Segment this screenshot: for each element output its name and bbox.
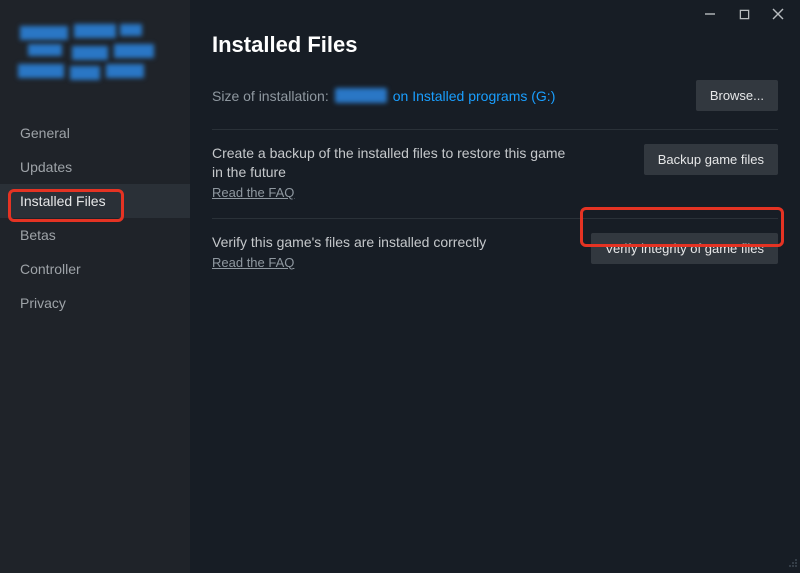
sidebar: General Updates Installed Files Betas Co… xyxy=(0,0,190,573)
backup-game-files-button[interactable]: Backup game files xyxy=(644,144,778,175)
browse-button[interactable]: Browse... xyxy=(696,80,778,111)
backup-section: Create a backup of the installed files t… xyxy=(212,129,778,218)
install-location-link[interactable]: on Installed programs (G:) xyxy=(393,88,556,104)
sidebar-item-privacy[interactable]: Privacy xyxy=(0,286,190,320)
backup-faq-link[interactable]: Read the FAQ xyxy=(212,184,294,202)
install-size-label: Size of installation: xyxy=(212,88,329,104)
verify-section: Verify this game's files are installed c… xyxy=(212,218,778,288)
main-panel: Installed Files Size of installation: on… xyxy=(190,0,800,573)
verify-integrity-button[interactable]: Verify integrity of game files xyxy=(591,233,778,264)
backup-description: Create a backup of the installed files t… xyxy=(212,145,565,180)
sidebar-item-installed-files[interactable]: Installed Files xyxy=(0,184,190,218)
install-size-value-redacted xyxy=(335,88,387,103)
window-controls xyxy=(698,0,800,24)
verify-text: Verify this game's files are installed c… xyxy=(212,233,486,272)
sidebar-item-general[interactable]: General xyxy=(0,116,190,150)
sidebar-item-betas[interactable]: Betas xyxy=(0,218,190,252)
game-header-image xyxy=(18,20,172,98)
verify-description: Verify this game's files are installed c… xyxy=(212,234,486,250)
minimize-button[interactable] xyxy=(698,4,722,24)
install-size-row: Size of installation: on Installed progr… xyxy=(212,80,778,111)
sidebar-nav: General Updates Installed Files Betas Co… xyxy=(0,116,190,320)
resize-grip-icon xyxy=(786,556,798,571)
sidebar-item-updates[interactable]: Updates xyxy=(0,150,190,184)
page-title: Installed Files xyxy=(212,32,778,58)
verify-faq-link[interactable]: Read the FAQ xyxy=(212,254,294,272)
maximize-button[interactable] xyxy=(732,4,756,24)
sidebar-item-controller[interactable]: Controller xyxy=(0,252,190,286)
backup-text: Create a backup of the installed files t… xyxy=(212,144,572,202)
close-button[interactable] xyxy=(766,4,790,24)
app-window: General Updates Installed Files Betas Co… xyxy=(0,0,800,573)
install-size-text: Size of installation: on Installed progr… xyxy=(212,88,555,104)
